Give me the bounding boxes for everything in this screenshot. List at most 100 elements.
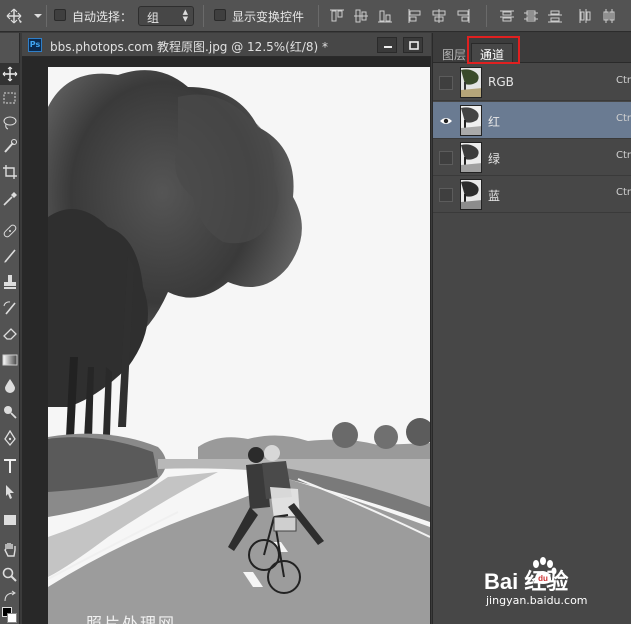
chevron-updown-icon: ▲ ▼ [182,8,188,23]
document-title: bbs.photops.com 教程原图.jpg @ 12.5%(红/8) * [50,40,329,54]
crop-tool[interactable] [0,161,20,183]
channel-row-rgb[interactable]: RGB Ctrl [433,64,631,101]
healing-brush-tool[interactable] [0,220,20,242]
baidu-url: jingyan.baidu.com [486,594,588,607]
tools-panel [0,33,20,624]
bandage-icon [3,224,17,238]
eraser-icon [3,328,17,340]
align-horizontal-centers-icon[interactable] [430,7,448,25]
dodge-tool[interactable] [0,401,20,423]
grayscale-photo-illustration [48,67,430,624]
channel-shortcut: Ctrl [616,187,631,198]
eyedropper-tool[interactable] [0,188,20,210]
crop-icon [3,165,17,179]
visibility-toggle[interactable] [439,188,453,202]
type-tool[interactable] [0,455,20,477]
magnifier-icon [2,567,17,582]
document-tab[interactable]: Ps bbs.photops.com 教程原图.jpg @ 12.5%(红/8)… [22,33,431,57]
tab-layers[interactable]: 图层 [442,46,466,63]
auto-select-label: 自动选择： [72,10,133,24]
move-icon [2,66,18,82]
channel-name: 绿 [488,152,501,166]
visibility-toggle[interactable] [439,151,453,165]
rectangle-tool[interactable] [0,509,20,531]
separator [486,5,487,27]
channel-thumbnail [460,179,482,210]
channel-shortcut: Ctrl [616,75,631,86]
dodge-icon [4,406,17,419]
panel-tab-bar: 图层 通道 [433,33,631,64]
channel-row-green[interactable]: 绿 Ctrl [433,139,631,176]
svg-text:du: du [538,574,548,583]
zoom-tool[interactable] [0,564,20,586]
visibility-toggle[interactable] [439,114,453,128]
background-color-swatch[interactable] [7,613,17,623]
distribute-horizontal-centers-icon[interactable] [600,7,618,25]
hand-icon [4,543,16,557]
auto-select-dropdown[interactable]: 组 ▲ ▼ [138,6,194,26]
channel-thumbnail [460,105,482,136]
pen-tool[interactable] [0,427,20,449]
options-bar: 自动选择： 组 ▲ ▼ 显示变换控件 [0,0,631,32]
channel-row-red[interactable]: 红 Ctrl [433,102,631,139]
red-annotation-box [467,36,520,64]
brush-tool[interactable] [0,245,20,267]
channels-panel: 图层 通道 RGB Ctrl 红 Ctrl 绿 Ctrl 蓝 [432,33,631,624]
auto-select-checkbox[interactable] [54,9,66,21]
brush-icon [4,249,16,263]
align-top-edges-icon[interactable] [328,7,346,25]
align-right-edges-icon[interactable] [454,7,472,25]
align-bottom-edges-icon[interactable] [376,7,394,25]
channel-thumbnail [460,67,482,98]
eyedropper-icon [3,192,17,206]
eye-icon [440,118,452,124]
path-selection-tool[interactable] [0,481,20,503]
gradient-icon [2,354,18,366]
visibility-toggle[interactable] [439,76,453,90]
marquee-icon [3,92,16,104]
gradient-tool[interactable] [0,349,20,371]
document-window: Ps bbs.photops.com 教程原图.jpg @ 12.5%(红/8)… [22,33,431,624]
clone-stamp-tool[interactable] [0,271,20,293]
swap-colors-tool[interactable] [0,586,20,608]
eraser-tool[interactable] [0,323,20,345]
align-left-edges-icon[interactable] [406,7,424,25]
show-transform-checkbox[interactable] [214,9,226,21]
document-image[interactable]: 照片处理网 [48,67,430,624]
lasso-icon [3,116,17,130]
history-brush-icon [3,301,16,315]
minimize-button[interactable] [377,37,397,53]
marquee-tool[interactable] [0,87,20,109]
lasso-tool[interactable] [0,111,20,133]
align-vertical-centers-icon[interactable] [352,7,370,25]
channel-thumbnail [460,142,482,173]
pen-icon [4,430,16,446]
distribute-top-icon[interactable] [498,7,516,25]
distribute-bottom-icon[interactable] [546,7,564,25]
separator [318,5,319,27]
channel-row-blue[interactable]: 蓝 Ctrl [433,176,631,213]
quick-selection-tool[interactable] [0,135,20,157]
stamp-icon [4,275,16,289]
channel-name: RGB [488,75,514,89]
hand-tool[interactable] [0,538,20,560]
maximize-button[interactable] [403,37,423,53]
distribute-vertical-centers-icon[interactable] [522,7,540,25]
channel-name: 蓝 [488,189,501,203]
channel-name: 红 [488,115,501,129]
history-brush-tool[interactable] [0,297,20,319]
baidu-jingyan-watermark: Bai 经验 du jingyan.baidu.com [478,556,631,611]
arrow-cursor-icon [6,485,14,499]
image-watermark-text: 照片处理网 [86,614,177,624]
baidu-paw-icon: du [533,557,557,584]
swap-arrow-icon [4,590,16,602]
separator [46,5,47,27]
move-tool[interactable] [0,63,20,85]
move-tool-preset-icon[interactable] [4,7,44,25]
auto-select-value: 组 [147,11,160,25]
separator [203,5,204,27]
distribute-left-icon[interactable] [576,7,594,25]
blur-tool[interactable] [0,375,20,397]
droplet-icon [5,379,15,393]
type-icon [4,459,16,473]
